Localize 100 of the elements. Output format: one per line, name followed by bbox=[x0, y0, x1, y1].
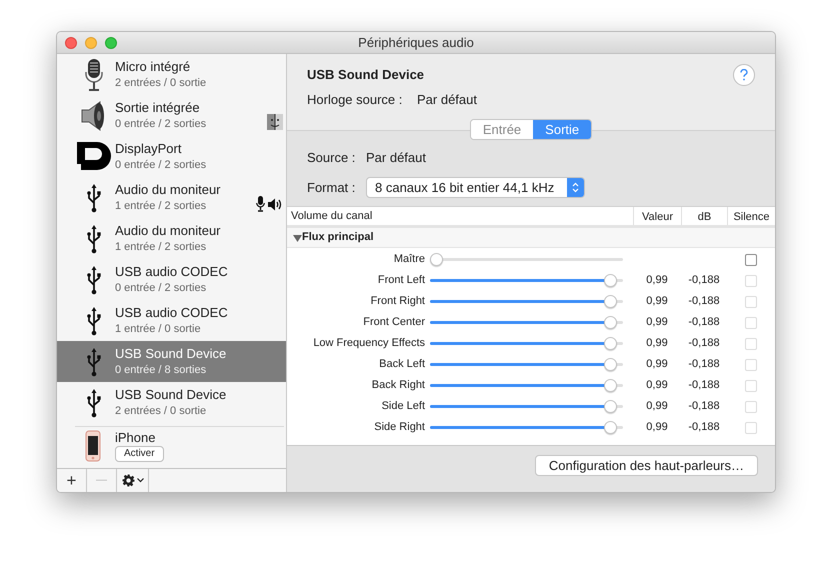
usb-icon bbox=[87, 306, 101, 336]
slider-thumb[interactable] bbox=[604, 421, 617, 434]
volume-slider[interactable] bbox=[430, 294, 623, 309]
db-text: -0,188 bbox=[687, 273, 721, 288]
microphone-icon bbox=[85, 58, 103, 92]
chevron-down-icon bbox=[136, 478, 144, 483]
add-button[interactable]: + bbox=[57, 469, 87, 492]
channel-label: Side Right bbox=[373, 420, 426, 436]
db-text: -0,188 bbox=[687, 294, 721, 310]
usb-icon bbox=[87, 182, 101, 212]
volume-slider[interactable] bbox=[430, 357, 623, 372]
slider-thumb[interactable] bbox=[604, 295, 617, 308]
device-io-count: 0 entrée / 2 sorties bbox=[115, 158, 206, 172]
value-text: 0,99 bbox=[645, 420, 669, 436]
device-list-item[interactable]: USB audio CODEC 1 entrée / 0 sortie bbox=[57, 300, 286, 341]
slider-thumb[interactable] bbox=[430, 253, 443, 266]
volume-slider[interactable] bbox=[430, 378, 623, 393]
value-text: 0,99 bbox=[645, 336, 669, 352]
minimize-button[interactable] bbox=[85, 36, 97, 48]
value-text: 0,99 bbox=[645, 294, 669, 310]
gear-icon bbox=[122, 474, 134, 487]
device-io-count: 1 entrée / 0 sortie bbox=[115, 322, 202, 336]
usb-icon bbox=[87, 264, 101, 294]
db-text: -0,188 bbox=[687, 378, 721, 394]
speaker-configuration-button[interactable]: Configuration des haut-parleurs… bbox=[534, 455, 758, 476]
channel-label: Low Frequency Effects bbox=[312, 336, 426, 352]
format-label: Format : bbox=[307, 178, 356, 197]
device-name: DisplayPort bbox=[115, 140, 182, 156]
group-title: Flux principal bbox=[302, 230, 374, 246]
device-io-count: 0 entrée / 2 sorties bbox=[115, 280, 208, 296]
device-io-count: 2 entrées / 0 sortie bbox=[115, 404, 208, 418]
volume-slider[interactable] bbox=[430, 336, 623, 351]
question-mark-icon bbox=[740, 69, 748, 81]
clock-source-label: Horloge source : bbox=[307, 92, 404, 108]
device-name: USB audio CODEC bbox=[115, 264, 228, 280]
channel-label: Front Left bbox=[376, 273, 426, 288]
device-list-item[interactable]: Sortie intégrée 0 entrée / 2 sorties bbox=[57, 95, 286, 136]
value-text: 0,99 bbox=[645, 357, 669, 372]
slider-thumb[interactable] bbox=[604, 316, 617, 329]
help-button[interactable] bbox=[733, 64, 755, 86]
column-header[interactable]: Silence bbox=[727, 207, 775, 225]
device-name: Audio du moniteur bbox=[115, 182, 221, 198]
column-header[interactable]: Volume du canal bbox=[287, 206, 633, 226]
volume-slider[interactable] bbox=[430, 399, 623, 414]
device-io-count: 1 entrée / 2 sorties bbox=[115, 198, 208, 214]
source-label: Source : bbox=[307, 150, 356, 166]
mute-checkbox[interactable] bbox=[745, 254, 757, 266]
slider-thumb[interactable] bbox=[604, 274, 617, 287]
activate-button[interactable]: Activer bbox=[115, 446, 164, 462]
window-title: Périphériques audio bbox=[358, 34, 474, 52]
volume-slider[interactable] bbox=[430, 252, 623, 267]
slider-thumb[interactable] bbox=[604, 379, 617, 392]
device-io-count: 1 entrée / 2 sorties bbox=[115, 240, 208, 254]
device-io-count: 2 entrées / 0 sortie bbox=[115, 76, 206, 90]
value-text: 0,99 bbox=[645, 273, 669, 288]
column-header[interactable]: dB bbox=[681, 207, 727, 225]
source-value: Par défaut bbox=[366, 150, 426, 166]
device-list-item[interactable]: DisplayPort 0 entrée / 2 sorties bbox=[57, 136, 286, 177]
iphone-icon bbox=[85, 430, 101, 462]
db-text: -0,188 bbox=[687, 420, 721, 436]
format-dropdown[interactable]: 8 canaux 16 bit entier 44,1 kHz bbox=[366, 177, 585, 198]
zoom-button[interactable] bbox=[105, 36, 117, 48]
slider-thumb[interactable] bbox=[604, 400, 617, 413]
value-text: 0,99 bbox=[645, 378, 669, 394]
device-list-item[interactable]: Audio du moniteur 1 entrée / 2 sorties bbox=[57, 177, 286, 218]
device-list-item[interactable]: USB audio CODEC 0 entrée / 2 sorties bbox=[57, 259, 286, 300]
device-title: USB Sound Device bbox=[307, 67, 424, 83]
column-header[interactable]: Valeur bbox=[633, 207, 681, 225]
slider-thumb[interactable] bbox=[604, 337, 617, 350]
channel-label: Back Left bbox=[378, 357, 426, 372]
db-text: -0,188 bbox=[687, 357, 721, 372]
device-list-item[interactable]: USB Sound Device 2 entrées / 0 sortie bbox=[57, 382, 286, 423]
db-text: -0,188 bbox=[687, 315, 721, 330]
value-text: 0,99 bbox=[645, 399, 669, 414]
channel-label: Maître bbox=[392, 252, 426, 268]
slider-thumb[interactable] bbox=[604, 358, 617, 371]
value-text: 0,99 bbox=[645, 315, 669, 330]
channel-label: Front Center bbox=[362, 315, 426, 330]
db-text: -0,188 bbox=[687, 399, 721, 414]
device-name: Audio du moniteur bbox=[115, 222, 221, 238]
db-text: -0,188 bbox=[687, 336, 721, 352]
usb-icon bbox=[87, 388, 101, 418]
channel-label: Back Right bbox=[370, 378, 426, 394]
displayport-icon bbox=[77, 142, 111, 172]
disclosure-triangle-icon[interactable] bbox=[293, 234, 302, 242]
device-list-item[interactable]: USB Sound Device 0 entrée / 8 sorties bbox=[57, 341, 286, 382]
device-list-item[interactable]: Micro intégré 2 entrées / 0 sortie bbox=[57, 54, 286, 95]
device-list-item[interactable]: Audio du moniteur 1 entrée / 2 sorties bbox=[57, 218, 286, 259]
device-name: USB Sound Device bbox=[115, 386, 226, 402]
close-button[interactable] bbox=[65, 36, 77, 48]
device-name: Sortie intégrée bbox=[115, 100, 201, 116]
volume-slider[interactable] bbox=[430, 315, 623, 330]
device-io-count: 0 entrée / 8 sorties bbox=[115, 362, 208, 378]
usb-icon bbox=[87, 224, 101, 254]
volume-slider[interactable] bbox=[430, 420, 623, 435]
stepper-arrows-icon bbox=[572, 182, 579, 193]
device-name: iPhone bbox=[115, 430, 156, 446]
device-name: USB audio CODEC bbox=[115, 304, 228, 320]
volume-slider[interactable] bbox=[430, 273, 623, 288]
device-name: USB Sound Device bbox=[115, 346, 226, 362]
